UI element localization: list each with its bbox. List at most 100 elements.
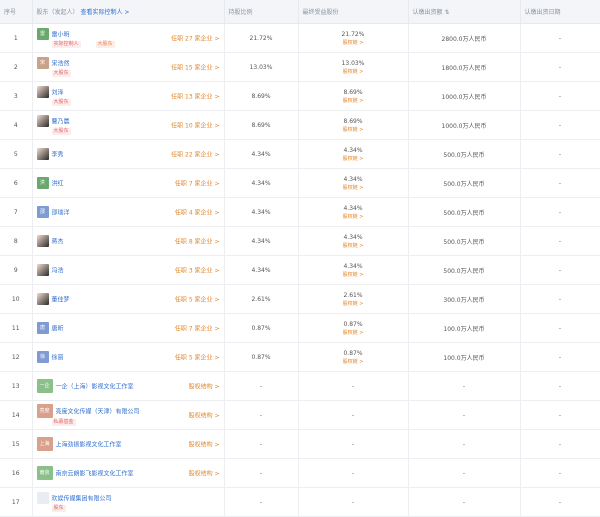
avatar: 邵 [36, 206, 49, 218]
equity-chain-link[interactable]: 股权链 > [303, 39, 404, 46]
related-companies-link[interactable]: 任职 3 家企业 > [175, 266, 220, 275]
ratio-cell: 0.87% [224, 342, 299, 372]
related-companies-link[interactable]: 任职 8 家企业 > [175, 237, 220, 246]
date-cell: - [520, 52, 600, 82]
shareholder-tag: 大股东 [95, 41, 115, 48]
ratio-cell: 8.69% [224, 110, 299, 140]
final-benefit-value: - [351, 411, 355, 419]
shareholder-cell: 雷雷小明 实际控制人 大股东 任职 27 家企业 > [32, 23, 225, 53]
equity-chain-link[interactable]: 股权链 > [303, 242, 404, 249]
shareholder-name[interactable]: 曹乃晨 [52, 119, 70, 126]
related-companies-link[interactable]: 股权结构 > [189, 469, 220, 478]
equity-chain-link[interactable]: 股权链 > [303, 329, 404, 336]
header-ratio: 持股比例 [224, 0, 299, 24]
related-companies-link[interactable]: 任职 5 家企业 > [175, 353, 220, 362]
capital-cell: 500.0万人民币 [408, 139, 521, 169]
shareholder-cell: 李秀 任职 22 家企业 > [32, 139, 225, 169]
ratio-cell: 4.34% [224, 168, 299, 198]
related-companies-link[interactable]: 任职 27 家企业 > [171, 34, 219, 43]
shareholder-cell: 徐徐丽 任职 5 家企业 > [32, 342, 225, 372]
shareholder-name[interactable]: 南京云朗影飞影视文化工作室 [56, 471, 134, 478]
final-benefit-value: 4.34% [343, 146, 363, 154]
avatar [36, 235, 49, 247]
shareholder-name[interactable]: 亮度文化传媒（天津）有限公司 [56, 409, 140, 416]
row-index: 7 [0, 197, 33, 227]
row-index: 1 [0, 23, 33, 53]
shareholder-name[interactable]: 冯浩 [52, 268, 64, 275]
date-cell: - [520, 197, 600, 227]
capital-cell: 2800.0万人民币 [408, 23, 521, 53]
row-index: 17 [0, 487, 33, 517]
header-shareholder: 股东（发起人） 查看实际控制人 > [32, 0, 225, 24]
final-benefit-value: 13.03% [341, 59, 365, 67]
row-index: 4 [0, 110, 33, 140]
capital-cell: 300.0万人民币 [408, 284, 521, 314]
table-row: 3 刘泽 大股东 任职 13 家企业 > 8.69% 8.69% 股权链 > 10… [0, 81, 600, 111]
capital-cell: - [408, 400, 521, 430]
table-row: 13 一企 一企（上海）影视文化工作室 股权结构 > - - - - [0, 371, 600, 401]
shareholder-name[interactable]: 欢娱传媒集团有限公司 [52, 496, 112, 503]
shareholder-name[interactable]: 唐昕 [52, 326, 64, 333]
related-companies-link[interactable]: 任职 7 家企业 > [175, 324, 220, 333]
avatar [36, 148, 49, 160]
ratio-cell: 13.03% [224, 52, 299, 82]
shareholder-name[interactable]: 董佳梦 [52, 297, 70, 304]
sort-icon[interactable]: ⇅ [444, 9, 449, 16]
shareholder-cell: 上海 上海劲振影视文化工作室 股权结构 > [32, 429, 225, 459]
avatar: 南京 [36, 466, 53, 480]
ratio-cell: 4.34% [224, 255, 299, 285]
shareholder-cell: 洪洪红 任职 7 家企业 > [32, 168, 225, 198]
capital-cell: 500.0万人民币 [408, 226, 521, 256]
table-row: 12 徐徐丽 任职 5 家企业 > 0.87% 0.87% 股权链 > 100.0… [0, 342, 600, 372]
shareholder-name[interactable]: 上海劲振影视文化工作室 [56, 442, 122, 449]
final-benefit-value: - [351, 382, 355, 390]
shareholder-name[interactable]: 徐丽 [52, 355, 64, 362]
equity-chain-link[interactable]: 股权链 > [303, 155, 404, 162]
related-companies-link[interactable]: 任职 22 家企业 > [171, 150, 219, 159]
shareholder-cell: 刘泽 大股东 任职 13 家企业 > [32, 81, 225, 111]
related-companies-link[interactable]: 任职 4 家企业 > [175, 208, 220, 217]
shareholder-name[interactable]: 雷小明 [52, 32, 70, 39]
shareholder-name[interactable]: 一企（上海）影视文化工作室 [56, 384, 134, 391]
avatar: 雷 [36, 28, 49, 40]
related-companies-link[interactable]: 任职 7 家企业 > [175, 179, 220, 188]
related-companies-link[interactable]: 股权结构 > [189, 411, 220, 420]
ratio-cell: - [224, 371, 299, 401]
related-companies-link[interactable]: 股权结构 > [189, 440, 220, 449]
capital-cell: - [408, 487, 521, 517]
final-benefit-cell: 0.87% 股权链 > [298, 313, 409, 343]
related-companies-link[interactable]: 任职 5 家企业 > [175, 295, 220, 304]
equity-chain-link[interactable]: 股权链 > [303, 358, 404, 365]
shareholder-name[interactable]: 蒋杰 [52, 239, 64, 246]
date-cell: - [520, 81, 600, 111]
shareholder-name[interactable]: 洪红 [52, 181, 64, 188]
equity-chain-link[interactable]: 股权链 > [303, 213, 404, 220]
shareholder-name[interactable]: 宋浩然 [52, 61, 70, 68]
final-benefit-value: 4.34% [343, 262, 363, 270]
table-row: 7 邵邵瑞洋 任职 4 家企业 > 4.34% 4.34% 股权链 > 500.0… [0, 197, 600, 227]
related-companies-link[interactable]: 任职 10 家企业 > [171, 121, 219, 130]
equity-chain-link[interactable]: 股权链 > [303, 126, 404, 133]
equity-chain-link[interactable]: 股权链 > [303, 271, 404, 278]
equity-chain-link[interactable]: 股权链 > [303, 68, 404, 75]
related-companies-link[interactable]: 任职 13 家企业 > [171, 92, 219, 101]
related-companies-link[interactable]: 任职 15 家企业 > [171, 63, 219, 72]
row-index: 11 [0, 313, 33, 343]
shareholder-name[interactable]: 邵瑞洋 [52, 210, 70, 217]
avatar: 唐 [36, 322, 49, 334]
header-capital: 认缴出资额 ⇅ [408, 0, 521, 24]
related-companies-link[interactable]: 股权结构 > [189, 382, 220, 391]
final-benefit-cell: 4.34% 股权链 > [298, 197, 409, 227]
row-index: 6 [0, 168, 33, 198]
final-benefit-value: 4.34% [343, 233, 363, 241]
shareholder-name[interactable]: 李秀 [52, 152, 64, 159]
table-row: 10 董佳梦 任职 5 家企业 > 2.61% 2.61% 股权链 > 300.0… [0, 284, 600, 314]
final-benefit-value: 2.61% [343, 291, 363, 299]
capital-cell: 1800.0万人民币 [408, 52, 521, 82]
equity-chain-link[interactable]: 股权链 > [303, 97, 404, 104]
view-controller-link[interactable]: 查看实际控制人 > [80, 9, 129, 16]
equity-chain-link[interactable]: 股权链 > [303, 184, 404, 191]
shareholder-name[interactable]: 刘泽 [52, 90, 64, 97]
equity-chain-link[interactable]: 股权链 > [303, 300, 404, 307]
capital-cell: 500.0万人民币 [408, 255, 521, 285]
